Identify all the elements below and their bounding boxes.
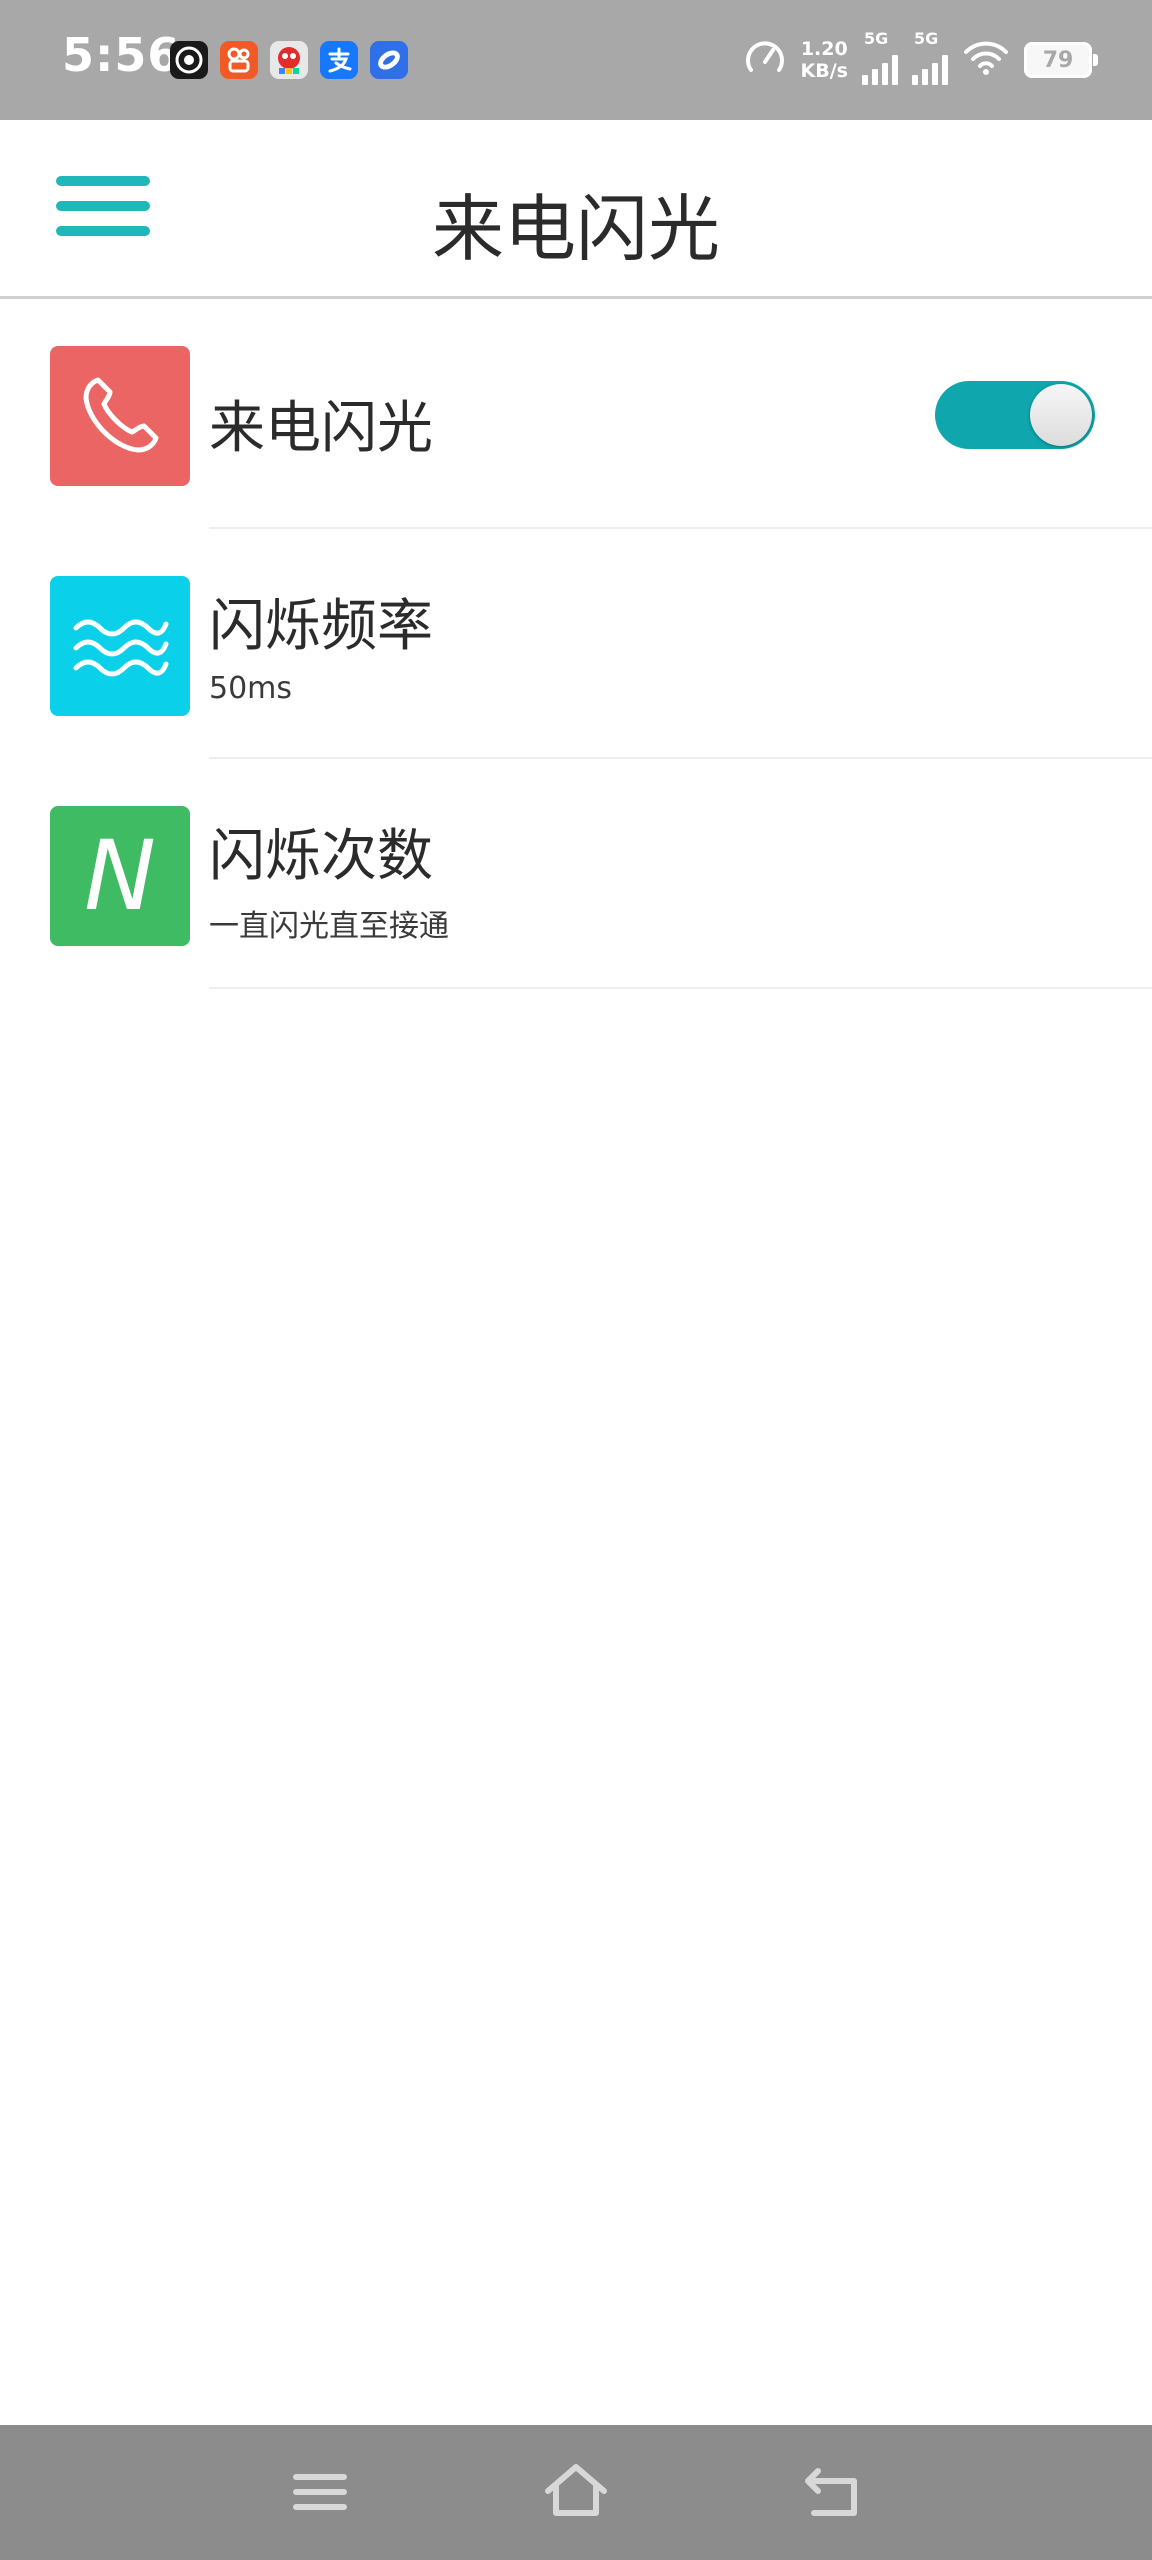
signal-1-label: 5G <box>864 29 889 48</box>
settings-list: 来电闪光 闪烁频率 50ms N 闪烁次数 一直闪光直至接通 <box>0 299 1152 989</box>
recent-apps-button[interactable] <box>280 2457 360 2527</box>
alipay-app-icon <box>320 41 358 79</box>
app-bar: 来电闪光 <box>0 120 1152 299</box>
navigation-bar <box>0 2425 1152 2560</box>
setting-row-flash-frequency[interactable]: 闪烁频率 50ms <box>0 529 1152 759</box>
back-icon <box>805 2468 857 2516</box>
speedometer-icon <box>743 36 787 84</box>
setting-row-flash-count[interactable]: N 闪烁次数 一直闪光直至接通 <box>0 759 1152 989</box>
wifi-icon <box>962 38 1010 82</box>
browser-app-icon <box>370 41 408 79</box>
kuaishou-app-icon <box>220 41 258 79</box>
setting-subtitle: 50ms <box>209 671 293 706</box>
notification-icons <box>170 41 408 79</box>
battery-icon: 79 <box>1024 42 1098 78</box>
network-speed-value: 1.20 <box>800 38 848 60</box>
network-speed: 1.20 KB/s <box>801 38 848 82</box>
signal-2-label: 5G <box>914 29 939 48</box>
setting-title: 来电闪光 <box>209 396 433 461</box>
camera-app-icon <box>170 41 208 79</box>
signal-1-icon: 5G <box>862 29 898 85</box>
phone-icon <box>50 346 190 486</box>
toggle-knob <box>1030 384 1092 446</box>
home-icon <box>545 2464 607 2516</box>
setting-title: 闪烁次数 <box>209 824 433 889</box>
divider <box>209 987 1152 989</box>
setting-row-call-flash[interactable]: 来电闪光 <box>0 299 1152 529</box>
game-app-icon <box>270 41 308 79</box>
status-bar: 5:56 1.20 KB/s 5G 5G 79 <box>0 0 1152 120</box>
setting-title: 闪烁频率 <box>209 594 433 659</box>
battery-level: 79 <box>1042 47 1074 73</box>
letter-n-icon: N <box>50 806 190 946</box>
waves-icon <box>50 576 190 716</box>
menu-lines-icon <box>293 2474 347 2510</box>
status-indicators: 1.20 KB/s 5G 5G 79 <box>743 29 1098 90</box>
setting-subtitle: 一直闪光直至接通 <box>209 909 449 944</box>
signal-2-icon: 5G <box>912 29 948 85</box>
status-time: 5:56 <box>62 28 181 82</box>
network-speed-unit: KB/s <box>800 60 848 82</box>
letter-n-glyph: N <box>84 820 156 932</box>
call-flash-toggle[interactable] <box>935 381 1095 449</box>
page-title: 来电闪光 <box>431 187 720 271</box>
home-button[interactable] <box>536 2457 616 2527</box>
back-button[interactable] <box>792 2457 872 2527</box>
